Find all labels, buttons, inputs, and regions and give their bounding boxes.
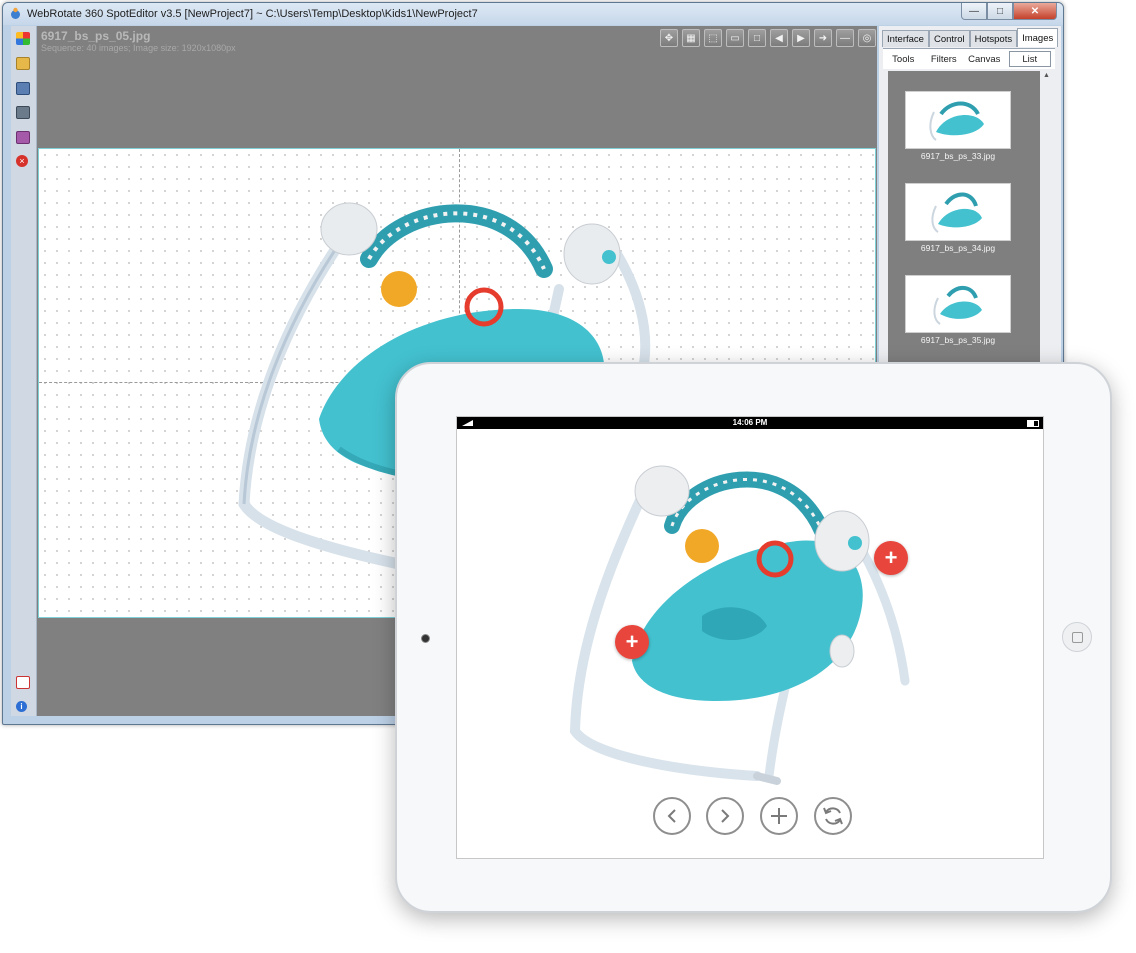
chevron-right-icon <box>721 809 730 823</box>
home-button[interactable] <box>1062 622 1092 652</box>
thumbnail-list: 6917_bs_ps_33.jpg 6917_bs_ps_34.jpg 6917… <box>888 71 1040 371</box>
title-bar[interactable]: WebRotate 360 SpotEditor v3.5 [NewProjec… <box>3 3 1063 25</box>
thumbnail-image[interactable] <box>905 91 1011 149</box>
arrow-left-icon[interactable]: ◀ <box>770 29 788 47</box>
product-viewer-image[interactable] <box>457 431 1043 791</box>
rotate-right-button[interactable] <box>706 797 744 835</box>
status-bar: 14:06 PM <box>457 417 1043 429</box>
subtab-filters[interactable]: Filters <box>924 49 965 69</box>
left-toolbar: × i <box>11 26 37 716</box>
publish-icon[interactable] <box>16 82 30 95</box>
thumbnail-image[interactable] <box>905 183 1011 241</box>
autorotate-button[interactable] <box>814 797 852 835</box>
status-time: 14:06 PM <box>732 418 768 427</box>
battery-icon <box>1027 420 1039 427</box>
zoom-in-button[interactable] <box>760 797 798 835</box>
save-as-icon[interactable] <box>16 131 30 144</box>
tab-images[interactable]: Images <box>1017 28 1059 47</box>
tab-hotspots[interactable]: Hotspots <box>969 30 1018 47</box>
tablet-screen: 14:06 PM + + <box>456 416 1044 859</box>
tablet-device: 14:06 PM + + <box>395 362 1112 913</box>
window-title: WebRotate 360 SpotEditor v3.5 [NewProjec… <box>27 8 478 20</box>
open-folder-icon[interactable] <box>16 57 30 70</box>
sequence-info: Sequence: 40 images; Image size: 1920x10… <box>41 43 236 53</box>
image-filename: 6917_bs_ps_05.jpg <box>41 29 151 43</box>
scroll-up-icon[interactable]: ▲ <box>1041 71 1052 81</box>
subtab-list[interactable]: List <box>1008 51 1051 67</box>
chevron-left-icon <box>667 809 676 823</box>
arrow-right-icon[interactable]: ➜ <box>814 29 832 47</box>
thumbnail-scrollbar[interactable]: ▲ <box>1041 71 1052 371</box>
close-project-icon[interactable]: × <box>16 155 28 167</box>
thumbnail-image[interactable] <box>905 275 1011 333</box>
target-icon[interactable]: ◎ <box>858 29 876 47</box>
maximize-button[interactable]: □ <box>987 3 1013 20</box>
tab-interface[interactable]: Interface <box>882 30 929 47</box>
subtab-tools[interactable]: Tools <box>883 49 924 69</box>
play-icon[interactable]: ▶ <box>792 29 810 47</box>
refresh-icon <box>823 807 843 825</box>
plus-icon <box>771 808 787 824</box>
tab-control[interactable]: Control <box>928 30 970 47</box>
hotspot-left-button[interactable]: + <box>615 625 649 659</box>
hotspot-tool-icon[interactable]: ✥ <box>660 29 678 47</box>
pdf-help-icon[interactable] <box>16 676 30 689</box>
app-icon <box>11 7 20 19</box>
grid-icon[interactable]: ▦ <box>682 29 700 47</box>
minimize-button[interactable]: — <box>961 3 987 20</box>
rotate-left-button[interactable] <box>653 797 691 835</box>
hotspot-right-button[interactable]: + <box>874 541 908 575</box>
thumbnail-label: 6917_bs_ps_34.jpg <box>920 243 996 253</box>
signal-icon <box>462 420 473 426</box>
zoom-out-icon[interactable]: — <box>836 29 854 47</box>
full-frame-icon[interactable]: □ <box>748 29 766 47</box>
bounds-icon[interactable]: ▭ <box>726 29 744 47</box>
thumbnail-label: 6917_bs_ps_33.jpg <box>920 151 996 161</box>
camera-icon <box>421 634 430 643</box>
viewer-toolbar: ✥ ▦ ⬚ ▭ □ ◀ ▶ ➜ — ◎ <box>660 29 876 47</box>
thumbnail-label: 6917_bs_ps_35.jpg <box>920 335 996 345</box>
subtab-canvas[interactable]: Canvas <box>964 49 1005 69</box>
new-project-icon[interactable] <box>16 32 30 45</box>
select-area-icon[interactable]: ⬚ <box>704 29 722 47</box>
home-square-icon <box>1071 631 1083 643</box>
close-button[interactable]: ✕ <box>1013 3 1057 20</box>
save-icon[interactable] <box>16 106 30 119</box>
info-icon[interactable]: i <box>16 701 27 712</box>
